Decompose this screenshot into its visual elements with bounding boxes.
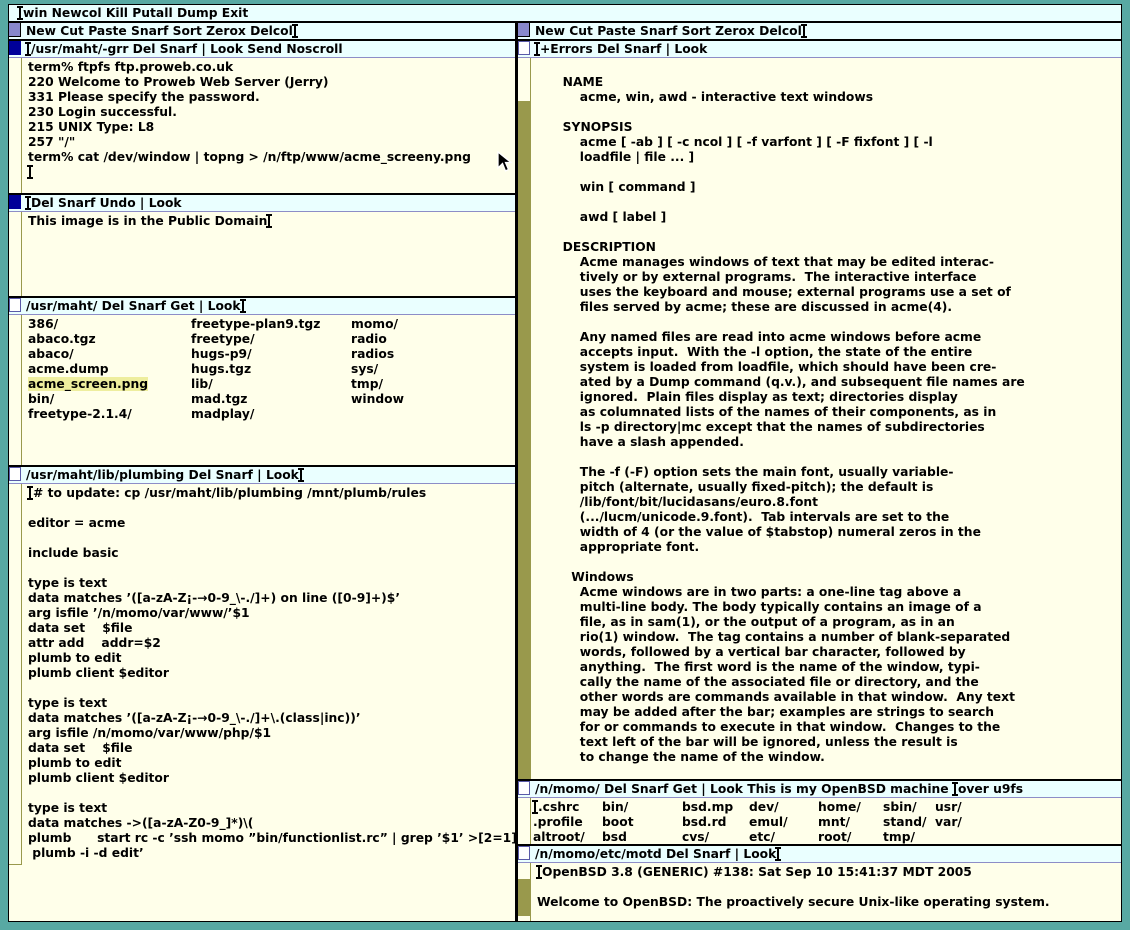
terminal-tag-text[interactable]: /usr/maht/-grr Del Snarf | Look Send Nos… bbox=[31, 42, 343, 56]
motd-tag-text[interactable]: /n/momo/etc/motd Del Snarf | Look bbox=[535, 847, 776, 861]
errors-tag-bar[interactable]: +Errors Del Snarf | Look bbox=[518, 41, 1121, 58]
public-domain-text[interactable]: This image is in the Public Domain bbox=[22, 212, 515, 296]
text-caret bbox=[268, 215, 270, 227]
usr-maht-tag-bar[interactable]: /usr/maht/ Del Snarf Get | Look bbox=[9, 298, 515, 315]
plumbing-tag-bar[interactable]: /usr/maht/lib/plumbing Del Snarf | Look bbox=[9, 467, 515, 484]
usr-maht-tag-text[interactable]: /usr/maht/ Del Snarf Get | Look bbox=[26, 299, 241, 313]
scrollbar-shade bbox=[518, 879, 530, 916]
left-column-tag-text[interactable]: New Cut Paste Snarf Sort Zerox Delcol bbox=[26, 24, 293, 38]
usr-maht-scrollbar[interactable] bbox=[9, 315, 22, 465]
momo-tag-bar[interactable]: /n/momo/ Del Snarf Get | Look This is my… bbox=[518, 781, 1121, 798]
plumbing-text[interactable]: # to update: cp /usr/maht/lib/plumbing /… bbox=[22, 484, 515, 921]
window-dirty-box-icon[interactable] bbox=[9, 195, 21, 209]
listing-column[interactable]: bin/ boot bsd bbox=[602, 800, 682, 844]
main-tag-text[interactable]: win Newcol Kill Putall Dump Exit bbox=[23, 6, 248, 20]
text-caret bbox=[803, 25, 805, 37]
window-dirty-box-icon[interactable] bbox=[9, 41, 21, 55]
listing-column[interactable]: sbin/ stand/ tmp/ bbox=[883, 800, 935, 844]
text-caret bbox=[538, 866, 540, 878]
plumbing-scrollbar[interactable] bbox=[9, 484, 22, 865]
right-column-tag-text[interactable]: New Cut Paste Snarf Sort Zerox Delcol bbox=[535, 24, 802, 38]
text-caret bbox=[777, 848, 779, 860]
window-public-domain: Del Snarf Undo | Look This image is in t… bbox=[9, 193, 515, 296]
mouse-cursor-icon bbox=[496, 151, 514, 173]
text-caret bbox=[242, 300, 244, 312]
public-domain-scrollbar[interactable] bbox=[9, 212, 22, 296]
text-caret bbox=[27, 197, 29, 209]
plumbing-tag-text[interactable]: /usr/maht/lib/plumbing Del Snarf | Look bbox=[26, 468, 299, 482]
columns: New Cut Paste Snarf Sort Zerox Delcol /u… bbox=[9, 23, 1121, 921]
listing-column[interactable]: freetype-plan9.tgz freetype/ hugs-p9/ hu… bbox=[191, 317, 351, 422]
acme-screen: win Newcol Kill Putall Dump Exit New Cut… bbox=[8, 4, 1122, 922]
listing-column[interactable]: bsd.mp bsd.rd cvs/ bbox=[682, 800, 749, 844]
window-clean-box-icon[interactable] bbox=[9, 467, 21, 481]
motd-tag-bar[interactable]: /n/momo/etc/motd Del Snarf | Look bbox=[518, 846, 1121, 863]
momo-body: .cshrc .profile altroot/bin/ boot bsdbsd… bbox=[518, 798, 1121, 844]
momo-tag-text-after[interactable]: over u9fs bbox=[958, 782, 1023, 796]
window-plumbing: /usr/maht/lib/plumbing Del Snarf | Look … bbox=[9, 465, 515, 921]
text-caret bbox=[29, 166, 31, 178]
text-caret bbox=[534, 801, 536, 813]
errors-scrollbar[interactable] bbox=[518, 58, 531, 779]
listing-column[interactable]: dev/ emul/ etc/ bbox=[749, 800, 818, 844]
usr-maht-listing[interactable]: 386/ abaco.tgz abaco/ acme.dump acme_scr… bbox=[22, 315, 515, 465]
right-column: New Cut Paste Snarf Sort Zerox Delcol +E… bbox=[515, 23, 1121, 921]
column-dragbox-icon[interactable] bbox=[9, 23, 21, 37]
terminal-tag-bar[interactable]: /usr/maht/-grr Del Snarf | Look Send Nos… bbox=[9, 41, 515, 58]
window-clean-box-icon[interactable] bbox=[518, 781, 530, 795]
errors-body: NAME acme, win, awd - interactive text w… bbox=[518, 58, 1121, 779]
column-dragbox-icon[interactable] bbox=[518, 23, 530, 37]
momo-tag-text-before[interactable]: /n/momo/ Del Snarf Get | Look This is my… bbox=[535, 782, 953, 796]
window-clean-box-icon[interactable] bbox=[518, 41, 530, 55]
right-column-tag-bar[interactable]: New Cut Paste Snarf Sort Zerox Delcol bbox=[518, 23, 1121, 39]
text-caret bbox=[536, 43, 538, 55]
listing-column[interactable]: .cshrc .profile altroot/ bbox=[533, 800, 602, 844]
window-usr-maht: /usr/maht/ Del Snarf Get | Look 386/ aba… bbox=[9, 296, 515, 465]
public-domain-tag-text[interactable]: Del Snarf Undo | Look bbox=[31, 196, 182, 210]
momo-listing[interactable]: .cshrc .profile altroot/bin/ boot bsdbsd… bbox=[531, 798, 1121, 844]
window-clean-box-icon[interactable] bbox=[518, 846, 530, 860]
text-caret bbox=[29, 487, 31, 499]
window-terminal: /usr/maht/-grr Del Snarf | Look Send Nos… bbox=[9, 39, 515, 193]
left-column: New Cut Paste Snarf Sort Zerox Delcol /u… bbox=[9, 23, 515, 921]
motd-scrollbar[interactable] bbox=[518, 863, 531, 921]
terminal-scrollbar[interactable] bbox=[9, 58, 22, 193]
momo-scrollbar[interactable] bbox=[518, 798, 531, 844]
text-caret bbox=[300, 469, 302, 481]
public-domain-tag-bar[interactable]: Del Snarf Undo | Look bbox=[9, 195, 515, 212]
selected-file[interactable]: acme_screen.png bbox=[28, 377, 148, 391]
listing-column[interactable]: usr/ var/ bbox=[935, 800, 962, 830]
main-tag-bar[interactable]: win Newcol Kill Putall Dump Exit bbox=[9, 5, 1121, 23]
window-motd: /n/momo/etc/motd Del Snarf | Look OpenBS… bbox=[518, 844, 1121, 921]
listing-column[interactable]: 386/ abaco.tgz abaco/ acme.dump acme_scr… bbox=[28, 317, 191, 422]
usr-maht-body: 386/ abaco.tgz abaco/ acme.dump acme_scr… bbox=[9, 315, 515, 465]
errors-tag-text[interactable]: +Errors Del Snarf | Look bbox=[540, 42, 707, 56]
scrollbar-shade bbox=[518, 101, 530, 779]
text-caret bbox=[19, 7, 21, 19]
text-caret bbox=[294, 25, 296, 37]
acme-desktop: { "colors": { "frame": "#58a9a3", "body_… bbox=[0, 0, 1130, 930]
plumbing-body: # to update: cp /usr/maht/lib/plumbing /… bbox=[9, 484, 515, 921]
errors-text[interactable]: NAME acme, win, awd - interactive text w… bbox=[531, 58, 1121, 779]
text-caret bbox=[954, 783, 956, 795]
listing-column[interactable]: momo/ radio radios sys/ tmp/ window bbox=[351, 317, 404, 407]
text-caret bbox=[27, 43, 29, 55]
public-domain-body: This image is in the Public Domain bbox=[9, 212, 515, 296]
window-momo: /n/momo/ Del Snarf Get | Look This is my… bbox=[518, 779, 1121, 844]
listing-column[interactable]: home/ mnt/ root/ bbox=[818, 800, 883, 844]
terminal-body: term% ftpfs ftp.proweb.co.uk 220 Welcome… bbox=[9, 58, 515, 193]
left-column-tag-bar[interactable]: New Cut Paste Snarf Sort Zerox Delcol bbox=[9, 23, 515, 39]
motd-text[interactable]: OpenBSD 3.8 (GENERIC) #138: Sat Sep 10 1… bbox=[531, 863, 1121, 921]
terminal-text[interactable]: term% ftpfs ftp.proweb.co.uk 220 Welcome… bbox=[22, 58, 515, 193]
window-errors: +Errors Del Snarf | Look NAME acme, win,… bbox=[518, 39, 1121, 779]
motd-body: OpenBSD 3.8 (GENERIC) #138: Sat Sep 10 1… bbox=[518, 863, 1121, 921]
window-clean-box-icon[interactable] bbox=[9, 298, 21, 312]
